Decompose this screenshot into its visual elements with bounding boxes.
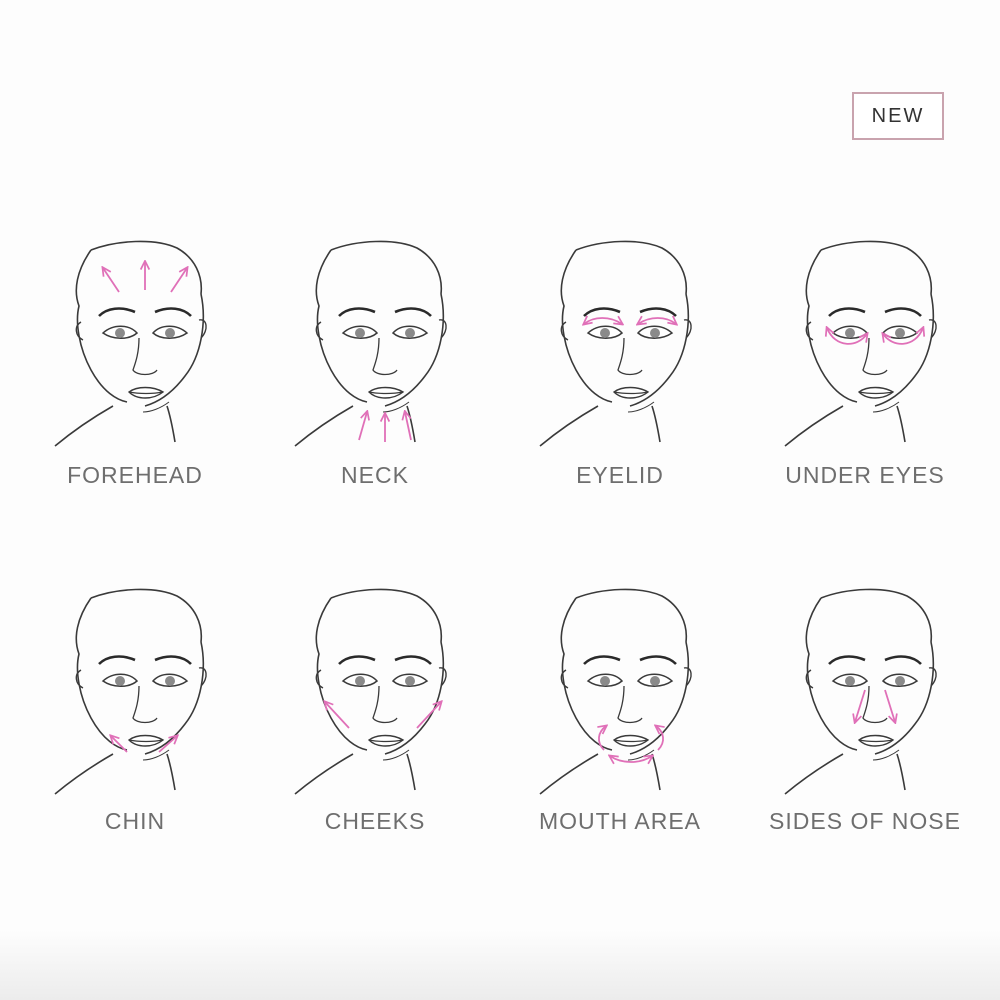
down-arrows-icon [855, 689, 895, 722]
face-illustration [293, 588, 448, 796]
area-label: SIDES OF NOSE [769, 808, 961, 834]
curved-arrows-icon [584, 318, 676, 324]
area-label: EYELID [576, 462, 664, 488]
area-neck: NECK [255, 230, 495, 550]
area-under-eyes: UNDER EYES [745, 230, 985, 550]
face-illustration [293, 240, 448, 448]
face-illustration [783, 240, 938, 448]
area-sides-of-nose: SIDES OF NOSE [745, 578, 985, 898]
new-badge: NEW [852, 92, 944, 140]
face-illustration [538, 240, 693, 448]
area-forehead: FOREHEAD [15, 230, 255, 550]
bottom-shade [0, 930, 1000, 1000]
face-illustration [53, 588, 208, 796]
area-chin: CHIN [15, 578, 255, 898]
area-label: CHIN [104, 808, 166, 834]
area-eyelid: EYELID [500, 230, 740, 550]
up-arrows-icon [103, 262, 187, 293]
area-label: FOREHEAD [67, 462, 203, 488]
area-label: NECK [341, 462, 409, 488]
diagonal-arrows-icon [325, 702, 441, 729]
area-label: CHEEKS [324, 808, 426, 834]
face-illustration [53, 240, 208, 448]
face-illustration [538, 588, 693, 796]
face-illustration [783, 588, 938, 796]
area-label: UNDER EYES [785, 462, 945, 488]
area-cheeks: CHEEKS [255, 578, 495, 898]
up-arrows-icon [358, 412, 412, 442]
area-label: MOUTH AREA [538, 808, 702, 834]
area-mouth: MOUTH AREA [500, 578, 740, 898]
